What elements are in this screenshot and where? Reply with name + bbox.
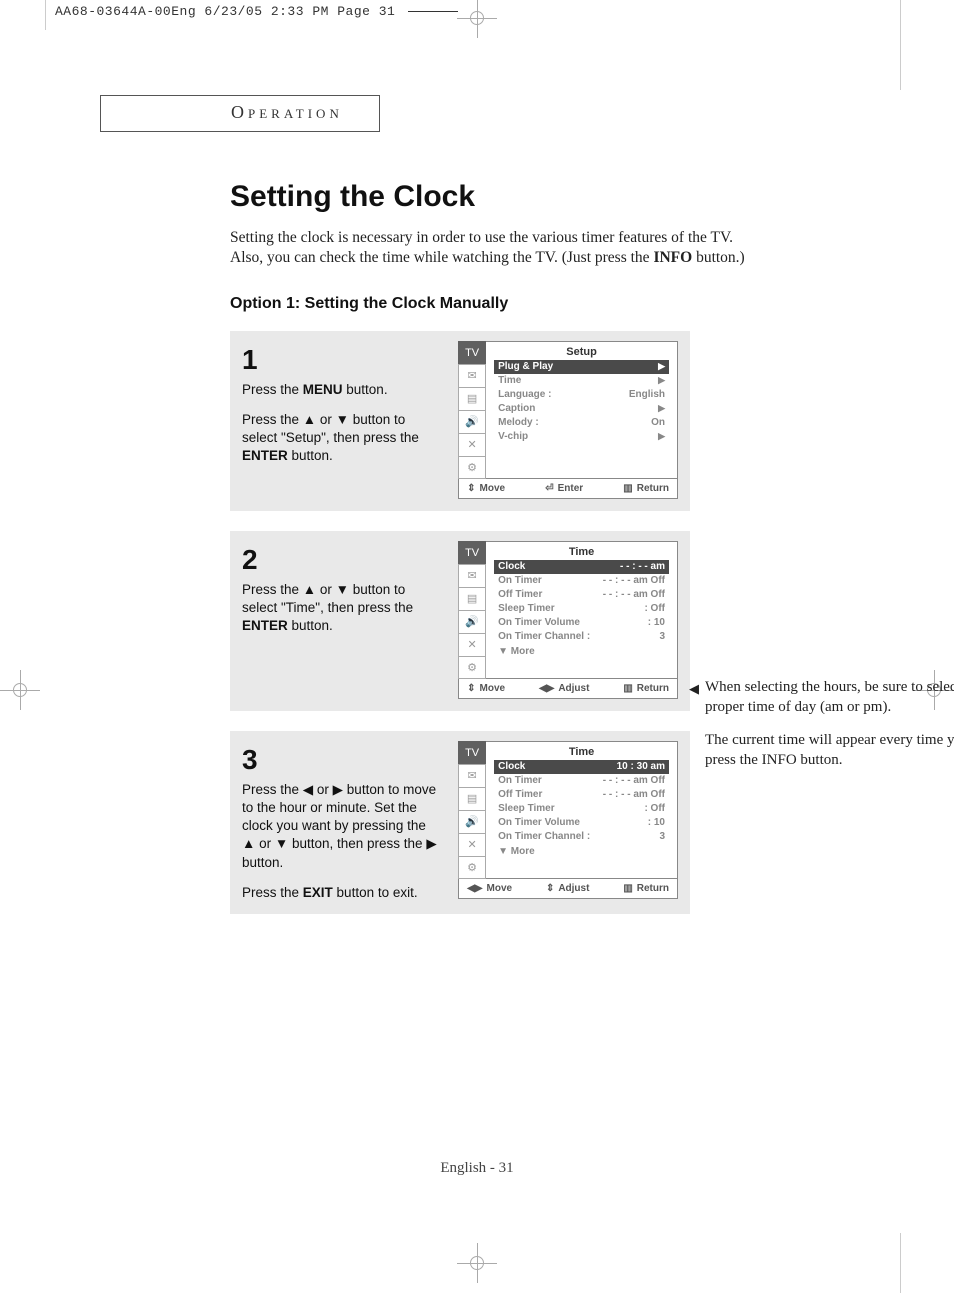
osd-tab-sound-icon: 🔊 (458, 810, 486, 833)
osd-row-on-timer-volume: On Timer Volume: 10 (494, 816, 669, 830)
step-3-text: 3 Press the ◀ or ▶ button to move to the… (242, 741, 440, 902)
page-footer: English - 31 (0, 1160, 954, 1177)
osd-row-on-timer: On Timer- - : - - am Off (494, 574, 669, 588)
page-title: Setting the Clock (230, 180, 900, 214)
osd-row-clock: Clock- - : - - am (494, 560, 669, 574)
move-icon: ⇕ (467, 483, 475, 494)
step-number: 2 (242, 541, 440, 579)
osd-list: Plug & Play▶ Time▶ Language :English Cap… (486, 360, 677, 450)
osd-tab-tv: TV (458, 541, 486, 564)
intro-line-1: Setting the clock is necessary in order … (230, 229, 733, 246)
section-label-box: Operation (100, 95, 380, 132)
osd-category-tabs: TV ✉ ▤ 🔊 ✕ ⚙ (458, 741, 486, 879)
osd-tab-setup-icon: ⚙ (458, 856, 486, 879)
move-icon: ⇕ (467, 683, 475, 694)
osd-tab-picture-icon: ▤ (458, 787, 486, 810)
note-paragraph-2: The current time will appear every time … (705, 731, 954, 770)
adjust-icon: ◀▶ (539, 683, 554, 694)
step-number: 3 (242, 741, 440, 779)
option-heading: Option 1: Setting the Clock Manually (230, 295, 900, 313)
osd-title: Setup (486, 342, 677, 360)
osd-tab-setup-icon: ⚙ (458, 656, 486, 679)
osd-tab-tv: TV (458, 741, 486, 764)
intro-paragraph: Setting the clock is necessary in order … (230, 228, 790, 269)
osd-tab-sound-icon: 🔊 (458, 410, 486, 433)
osd-footer: ⇕Move ◀▶Adjust ▥Return (458, 679, 678, 699)
osd-tab-channel-icon: ✕ (458, 633, 486, 656)
return-icon: ▥ (623, 483, 632, 494)
osd-row-on-timer: On Timer- - : - - am Off (494, 774, 669, 788)
osd-list: Clock- - : - - am On Timer- - : - - am O… (486, 560, 677, 665)
osd-footer: ⇕Move ⏎Enter ▥Return (458, 479, 678, 499)
enter-icon: ⏎ (545, 483, 553, 494)
osd-screenshot-time: TV ✉ ▤ 🔊 ✕ ⚙ Time Clock- - : - - am On T… (458, 541, 678, 699)
osd-more: ▼ More (494, 644, 669, 659)
osd-tab-input-icon: ✉ (458, 364, 486, 387)
crop-line (900, 1233, 901, 1293)
osd-tab-picture-icon: ▤ (458, 587, 486, 610)
osd-row-caption: Caption▶ (494, 402, 669, 416)
adjust-icon: ⇕ (546, 883, 554, 894)
triangle-left-icon: ◀ (689, 681, 699, 698)
step-block-1: 1 Press the MENU button. Press the ▲ or … (230, 331, 690, 511)
osd-list: Clock10 : 30 am On Timer- - : - - am Off… (486, 760, 677, 865)
crop-line (900, 0, 901, 90)
osd-tab-setup-icon: ⚙ (458, 456, 486, 479)
osd-category-tabs: TV ✉ ▤ 🔊 ✕ ⚙ (458, 341, 486, 479)
registration-mark-bottom (457, 1243, 497, 1283)
print-job-text: AA68-03644A-00Eng 6/23/05 2:33 PM Page 3… (55, 4, 395, 19)
osd-tab-channel-icon: ✕ (458, 433, 486, 456)
osd-row-on-timer-channel: On Timer Channel :3 (494, 830, 669, 844)
osd-row-time: Time▶ (494, 374, 669, 388)
intro-info-bold: INFO (653, 249, 692, 266)
print-job-header: AA68-03644A-00Eng 6/23/05 2:33 PM Page 3… (55, 4, 462, 19)
osd-title: Time (486, 542, 677, 560)
registration-mark-left (0, 670, 40, 710)
osd-screenshot-time-set: TV ✉ ▤ 🔊 ✕ ⚙ Time Clock10 : 30 am On Tim… (458, 741, 678, 899)
intro-line-2a: Also, you can check the time while watch… (230, 249, 653, 266)
osd-more: ▼ More (494, 844, 669, 859)
osd-row-off-timer: Off Timer- - : - - am Off (494, 788, 669, 802)
step-1-text: 1 Press the MENU button. Press the ▲ or … (242, 341, 440, 466)
intro-line-2c: button.) (692, 249, 745, 266)
osd-tab-input-icon: ✉ (458, 564, 486, 587)
return-icon: ▥ (623, 683, 632, 694)
osd-row-off-timer: Off Timer- - : - - am Off (494, 588, 669, 602)
step-number: 1 (242, 341, 440, 379)
osd-row-language: Language :English (494, 388, 669, 402)
osd-row-vchip: V-chip▶ (494, 430, 669, 444)
return-icon: ▥ (623, 883, 632, 894)
move-icon: ◀▶ (467, 883, 482, 894)
osd-category-tabs: TV ✉ ▤ 🔊 ✕ ⚙ (458, 541, 486, 679)
osd-tab-channel-icon: ✕ (458, 833, 486, 856)
osd-tab-picture-icon: ▤ (458, 387, 486, 410)
osd-tab-input-icon: ✉ (458, 764, 486, 787)
osd-tab-sound-icon: 🔊 (458, 610, 486, 633)
osd-footer: ◀▶Move ⇕Adjust ▥Return (458, 879, 678, 899)
osd-row-on-timer-channel: On Timer Channel :3 (494, 630, 669, 644)
step-block-2: 2 Press the ▲ or ▼ button to select "Tim… (230, 531, 690, 711)
osd-row-sleep-timer: Sleep Timer: Off (494, 802, 669, 816)
osd-row-on-timer-volume: On Timer Volume: 10 (494, 616, 669, 630)
registration-mark-top (457, 0, 497, 38)
side-note: ◀ When selecting the hours, be sure to s… (705, 678, 954, 784)
osd-row-plug-play: Plug & Play▶ (494, 360, 669, 374)
step-block-3: 3 Press the ◀ or ▶ button to move to the… (230, 731, 690, 914)
osd-title: Time (486, 742, 677, 760)
section-label: Operation (231, 102, 343, 122)
osd-screenshot-setup: TV ✉ ▤ 🔊 ✕ ⚙ Setup Plug & Play▶ Time▶ La… (458, 341, 678, 499)
crop-line (45, 0, 46, 30)
osd-row-clock: Clock10 : 30 am (494, 760, 669, 774)
osd-row-melody: Melody :On (494, 416, 669, 430)
note-paragraph-1: When selecting the hours, be sure to sel… (705, 678, 954, 717)
osd-row-sleep-timer: Sleep Timer: Off (494, 602, 669, 616)
step-2-text: 2 Press the ▲ or ▼ button to select "Tim… (242, 541, 440, 635)
osd-tab-tv: TV (458, 341, 486, 364)
